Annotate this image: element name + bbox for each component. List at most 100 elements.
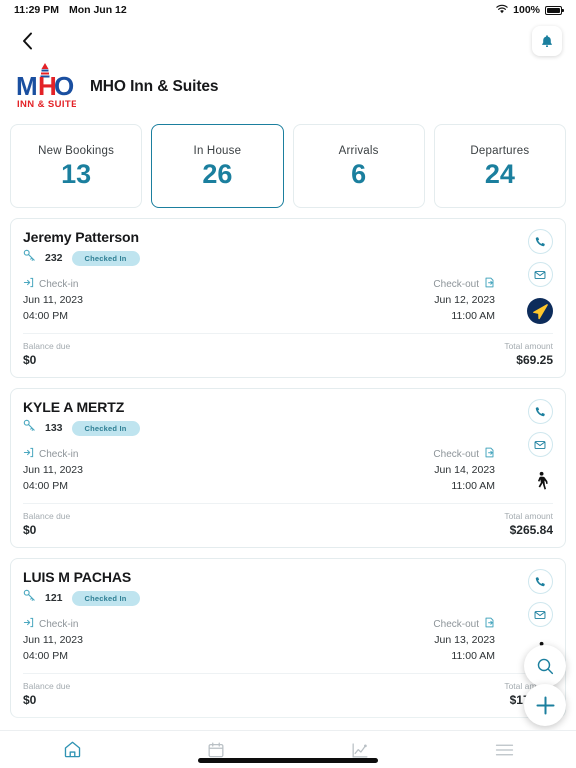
room-number: 232 [45, 252, 63, 264]
checkin-label-row: Check-in [23, 617, 83, 631]
checkout-date: Jun 13, 2023 [434, 634, 495, 646]
stat-card-arrivals[interactable]: Arrivals 6 [292, 124, 425, 208]
balance-label: Balance due [23, 681, 71, 691]
key-icon [23, 419, 36, 437]
checkin-time: 04:00 PM [23, 310, 68, 322]
checkin-label: Check-in [39, 618, 79, 630]
balance-block: Balance due $0 [23, 511, 70, 537]
booking-list-scroll[interactable]: Jeremy Patterson 232 Checked In Check-in [0, 218, 576, 730]
call-guest-button[interactable] [527, 229, 553, 254]
check-in-arrow-icon [23, 617, 34, 631]
stat-label: In House [193, 144, 242, 157]
booking-dates: Check-in Jun 11, 2023 04:00 PM Check-out… [23, 277, 553, 323]
booking-source-icon [527, 468, 553, 494]
booking-card[interactable]: Jeremy Patterson 232 Checked In Check-in [10, 218, 566, 378]
total-block: Total amount $69.25 [504, 341, 553, 367]
balance-value: $0 [23, 693, 37, 707]
phone-icon [535, 576, 545, 586]
checkin-label: Check-in [39, 448, 79, 460]
hotel-logo: M H O INN & SUITES [14, 61, 84, 113]
balance-label: Balance due [23, 341, 71, 351]
checkout-label-row: Check-out [433, 277, 495, 291]
svg-text:M: M [16, 71, 38, 101]
card-action-rail [527, 399, 553, 494]
booking-card[interactable]: KYLE A MERTZ 133 Checked In Check-in Jun [10, 388, 566, 548]
checkout-label: Check-out [433, 618, 479, 630]
checkout-date: Jun 12, 2023 [434, 294, 495, 306]
back-button[interactable] [14, 28, 40, 54]
stat-value: 13 [61, 158, 92, 189]
check-out-document-icon [484, 447, 495, 461]
checkin-block: Check-in Jun 11, 2023 04:00 PM [23, 617, 83, 663]
stat-card-in-house[interactable]: In House 26 [151, 124, 284, 208]
booking-amounts: Balance due $0 Total amount $265.84 [23, 504, 553, 547]
envelope-icon [534, 610, 546, 619]
check-in-arrow-icon [23, 447, 34, 461]
key-icon [23, 589, 36, 607]
balance-block: Balance due $0 [23, 681, 70, 707]
checkin-date: Jun 11, 2023 [23, 294, 83, 306]
booking-meta: 133 Checked In [23, 419, 553, 437]
checkout-block: Check-out Jun 13, 2023 11:00 AM [433, 617, 495, 663]
phone-icon [535, 236, 545, 246]
stat-value: 26 [202, 158, 233, 189]
call-guest-button[interactable] [527, 399, 553, 424]
email-guest-button[interactable] [527, 432, 553, 457]
checkin-date: Jun 11, 2023 [23, 464, 83, 476]
booking-meta: 232 Checked In [23, 249, 553, 267]
booking-meta: 121 Checked In [23, 589, 553, 607]
stat-value: 6 [351, 158, 367, 189]
booking-dates: Check-in Jun 11, 2023 04:00 PM Check-out… [23, 447, 553, 493]
svg-text:INN & SUITES: INN & SUITES [17, 99, 76, 110]
checkout-time: 11:00 AM [451, 310, 495, 322]
status-bar: 11:29 PM Mon Jun 12 100% [0, 0, 576, 20]
wifi-icon [496, 4, 508, 17]
key-icon [23, 249, 36, 267]
guest-name: KYLE A MERTZ [23, 399, 125, 415]
checkin-time: 04:00 PM [23, 480, 68, 492]
chart-line-icon [352, 742, 368, 757]
email-guest-button[interactable] [527, 262, 553, 287]
search-fab[interactable] [524, 645, 566, 687]
search-icon [537, 658, 553, 674]
checkin-date: Jun 11, 2023 [23, 634, 83, 646]
checkin-label: Check-in [39, 278, 79, 290]
check-in-arrow-icon [23, 277, 34, 291]
total-value: $265.84 [509, 523, 553, 537]
booking-amounts: Balance due $0 Total amount $69.25 [23, 334, 553, 377]
stat-card-new-bookings[interactable]: New Bookings 13 [10, 124, 143, 208]
checkout-label: Check-out [433, 448, 479, 460]
battery-percent: 100% [513, 4, 540, 16]
checkin-block: Check-in Jun 11, 2023 04:00 PM [23, 447, 83, 493]
stat-card-departures[interactable]: Departures 24 [433, 124, 566, 208]
nav-item-menu[interactable] [432, 731, 576, 768]
stat-label: New Bookings [38, 144, 115, 157]
notifications-button[interactable] [532, 26, 562, 56]
checkin-time: 04:00 PM [23, 650, 68, 662]
guest-name: LUIS M PACHAS [23, 569, 132, 585]
email-guest-button[interactable] [527, 602, 553, 627]
nav-item-home[interactable] [0, 731, 144, 768]
booking-amounts: Balance due $0 Total amount $177.45 [23, 674, 553, 717]
checkout-label-row: Check-out [433, 447, 495, 461]
phone-icon [535, 406, 545, 416]
checkin-label-row: Check-in [23, 447, 83, 461]
booking-source-icon [527, 298, 553, 324]
call-guest-button[interactable] [527, 569, 553, 594]
status-badge: Checked In [71, 420, 140, 436]
checkout-block: Check-out Jun 12, 2023 11:00 AM [433, 277, 495, 323]
balance-value: $0 [23, 523, 37, 537]
hamburger-menu-icon [495, 744, 513, 755]
booking-card[interactable]: LUIS M PACHAS 121 Checked In Check-in Ju [10, 558, 566, 718]
checkout-time: 11:00 AM [451, 480, 495, 492]
walk-in-person-icon [537, 471, 548, 490]
check-out-document-icon [484, 617, 495, 631]
status-bar-right: 100% [496, 4, 564, 17]
hotel-header: M H O INN & SUITES MHO Inn & Suites [0, 62, 576, 118]
home-icon [64, 741, 80, 758]
status-date: Mon Jun 12 [68, 4, 127, 16]
booking-dates: Check-in Jun 11, 2023 04:00 PM Check-out… [23, 617, 553, 663]
status-bar-left: 11:29 PM Mon Jun 12 [14, 4, 127, 16]
checkout-time: 11:00 AM [451, 650, 495, 662]
add-booking-fab[interactable] [524, 684, 566, 726]
